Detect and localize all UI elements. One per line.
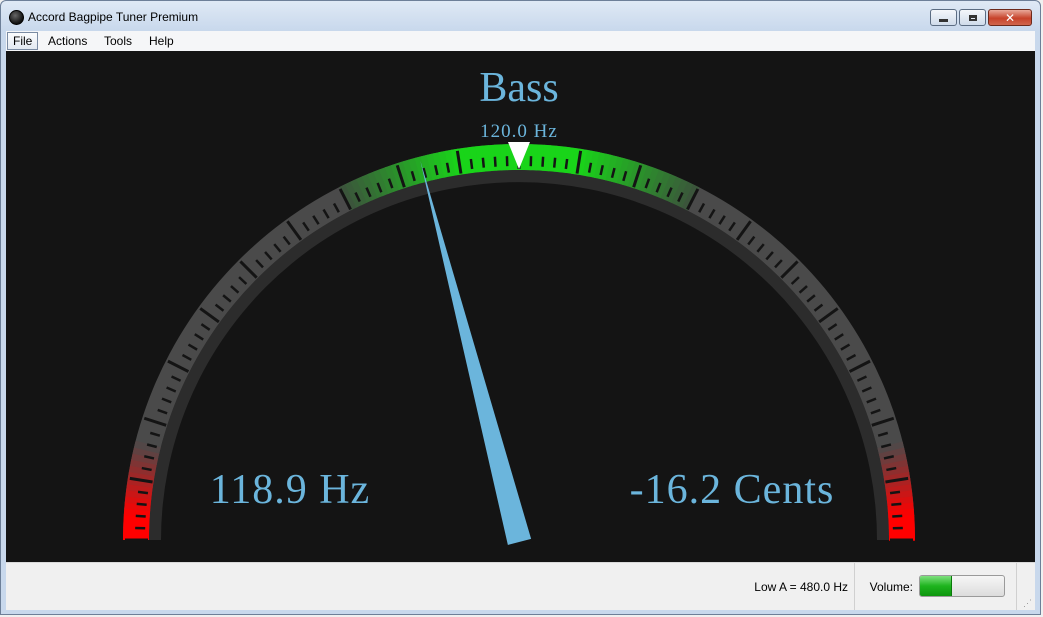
low-a-reference: Low A = 480.0 Hz: [754, 580, 848, 594]
menu-bar: File Actions Tools Help: [6, 31, 1035, 51]
note-name: Bass: [479, 65, 558, 111]
app-window: Accord Bagpipe Tuner Premium ✕ File Acti…: [0, 0, 1041, 615]
menu-file[interactable]: File: [7, 32, 39, 50]
window-controls: ✕: [928, 9, 1032, 26]
minor-tick: [889, 490, 901, 495]
cents-offset: -16.2 Cents: [630, 467, 835, 513]
minor-tick: [564, 158, 569, 170]
minor-tick: [469, 158, 474, 170]
tuner-gauge: Bass 120.0 Hz 118.9 Hz -16.2 Cents: [123, 65, 915, 545]
status-divider: [854, 563, 855, 610]
resize-grip-icon[interactable]: ⋰: [1023, 598, 1033, 608]
minor-tick: [137, 490, 149, 495]
measured-frequency: 118.9 Hz: [210, 467, 370, 513]
title-bar[interactable]: Accord Bagpipe Tuner Premium ✕: [1, 1, 1040, 31]
minor-tick: [135, 514, 146, 518]
menu-tools[interactable]: Tools: [99, 32, 137, 50]
status-bar: Low A = 480.0 Hz Volume: ⋰: [6, 562, 1035, 610]
volume-label: Volume:: [869, 580, 913, 594]
bagpipe-app-icon[interactable]: [9, 10, 24, 25]
menu-actions[interactable]: Actions: [43, 32, 92, 50]
menu-help[interactable]: Help: [144, 32, 179, 50]
tuning-needle: [420, 160, 532, 545]
minor-tick: [892, 514, 903, 518]
close-icon: ✕: [1004, 10, 1016, 25]
minor-tick: [891, 502, 902, 507]
window-title: Accord Bagpipe Tuner Premium: [28, 10, 199, 24]
minimize-icon: [939, 18, 948, 22]
minor-tick: [136, 502, 147, 507]
minor-tick: [541, 156, 545, 167]
volume-meter: [919, 575, 1005, 597]
status-divider: [1016, 563, 1017, 610]
target-frequency: 120.0 Hz: [480, 121, 558, 142]
tuner-display: Bass 120.0 Hz 118.9 Hz -16.2 Cents: [6, 51, 1035, 562]
minor-tick: [481, 157, 486, 168]
maximize-button[interactable]: [959, 9, 986, 26]
close-button[interactable]: ✕: [988, 9, 1032, 26]
minor-tick: [493, 156, 497, 167]
minor-tick: [552, 157, 557, 168]
maximize-icon: [968, 14, 977, 21]
volume-meter-fill: [920, 576, 952, 596]
minimize-button[interactable]: [930, 9, 957, 26]
